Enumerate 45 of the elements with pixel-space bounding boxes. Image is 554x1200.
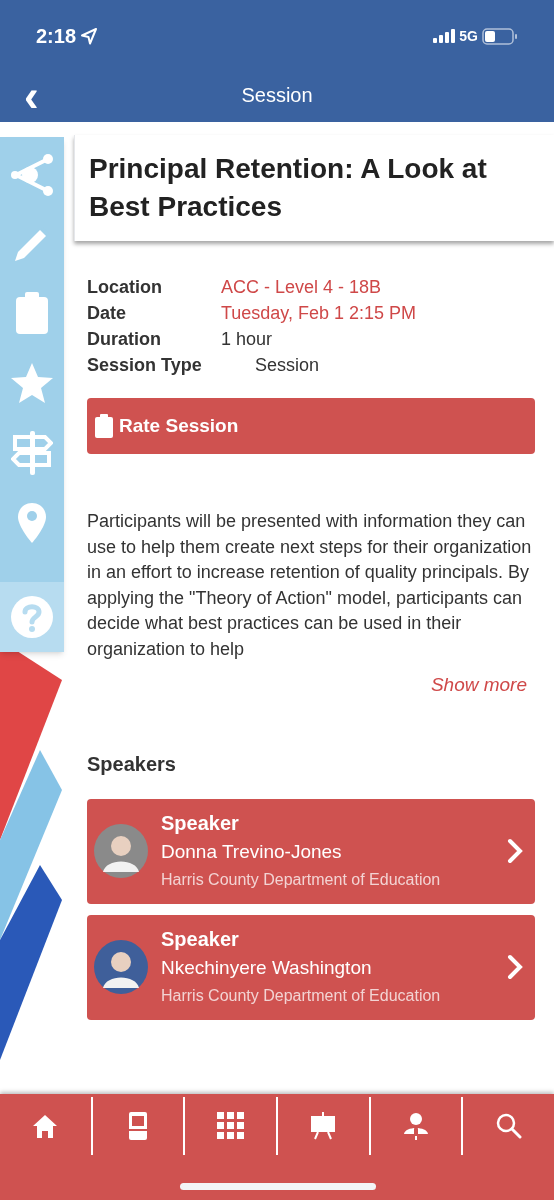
clipboard-icon: [95, 414, 113, 438]
grid-icon[interactable]: [216, 1112, 245, 1140]
share-icon[interactable]: [10, 153, 54, 197]
session-title: Principal Retention: A Look at Best Practices: [89, 152, 488, 224]
speaker-card[interactable]: Speaker Nkechinyere Washington Harris County Department of Education: [87, 914, 535, 1020]
detail-label: Duration: [87, 328, 162, 351]
speaker-role: Speaker: [161, 926, 240, 952]
chevron-right-icon: [507, 838, 523, 864]
battery-icon: [482, 27, 518, 45]
show-more-link[interactable]: Show more: [430, 671, 527, 700]
speaker-name: Nkechinyere Washington: [161, 955, 373, 980]
location-arrow-icon: [80, 27, 99, 45]
detail-label: Location: [87, 276, 163, 299]
speaker-person-icon[interactable]: [403, 1112, 429, 1140]
avatar: [94, 824, 148, 878]
rate-session-button[interactable]: Rate Session: [87, 398, 535, 454]
chevron-right-icon: [507, 954, 523, 980]
network-label: 5G: [459, 26, 478, 46]
speaker-organization: Harris County Department of Education: [161, 869, 442, 890]
help-tab[interactable]: [0, 582, 64, 652]
status-time: 2:18: [36, 24, 77, 49]
detail-value: Session: [255, 354, 320, 377]
speaker-role: Speaker: [161, 810, 240, 836]
back-button[interactable]: ‹: [24, 78, 39, 114]
detail-value[interactable]: Tuesday, Feb 1 2:15 PM: [221, 300, 417, 326]
search-icon[interactable]: [495, 1113, 522, 1139]
star-icon[interactable]: [10, 362, 54, 404]
location-pin-icon[interactable]: [17, 502, 47, 544]
section-heading: Speakers: [87, 751, 177, 777]
speaker-card[interactable]: Speaker Donna Trevino-Jones Harris County Department of Education: [87, 798, 535, 904]
help-icon: [10, 595, 54, 639]
signpost-icon[interactable]: [11, 431, 53, 475]
detail-value: 1 hour: [221, 328, 273, 351]
detail-label: Session Type: [87, 354, 203, 377]
signal-icon: [433, 29, 456, 43]
detail-value[interactable]: ACC - Level 4 - 18B: [221, 274, 382, 300]
speaker-name: Donna Trevino-Jones: [161, 839, 343, 864]
speaker-organization: Harris County Department of Education: [161, 985, 442, 1006]
home-icon[interactable]: [32, 1113, 59, 1139]
avatar: [94, 940, 148, 994]
easel-icon[interactable]: [310, 1112, 337, 1140]
detail-label: Date: [87, 302, 127, 325]
page-title: Session: [241, 83, 313, 108]
clipboard-icon[interactable]: [15, 291, 49, 335]
session-description: Participants will be presented with information they can use to help them create next steps for their organization in an effort to increase retention of quality principals. By applying the "Theory of Action" model, participants can decide what best practices can be used in their organization to help: [87, 510, 533, 661]
